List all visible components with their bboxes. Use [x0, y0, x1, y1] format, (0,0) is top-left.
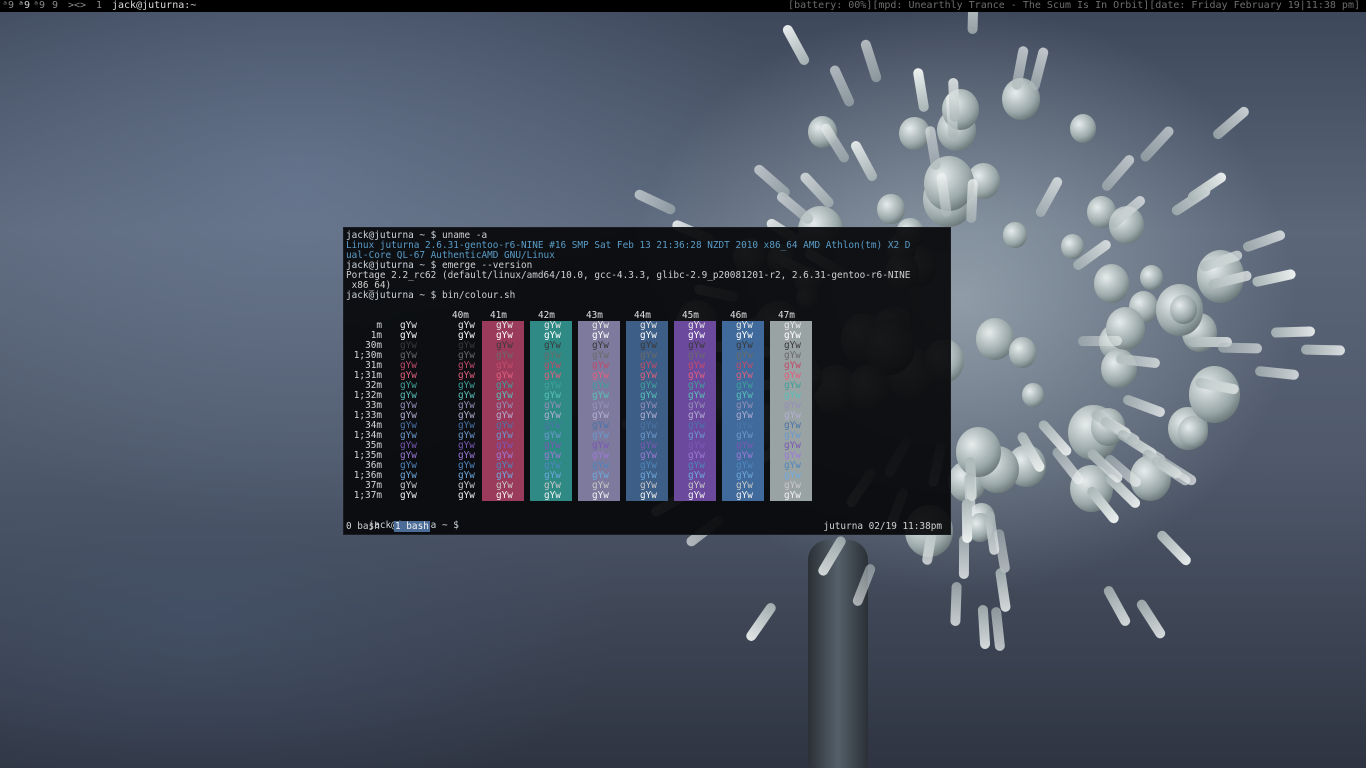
flower-petal: [859, 38, 883, 84]
sample-cell: gYw: [688, 490, 705, 501]
flower-petal: [1241, 229, 1287, 254]
flower-petal: [1102, 584, 1133, 628]
sample-cell: gYw: [736, 490, 753, 501]
flower-petal: [780, 23, 811, 68]
flower-petal: [1121, 393, 1167, 419]
terminal-window[interactable]: jack@juturna ~ $ uname -a Linux juturna 2…: [344, 228, 950, 534]
flower-petal: [1155, 528, 1194, 567]
flower-petal: [828, 63, 856, 108]
workspace-4[interactable]: 9: [52, 0, 58, 12]
flower-petal: [1134, 597, 1167, 641]
flower-bud: [1022, 382, 1045, 407]
sample-cell: gYw: [458, 490, 475, 501]
flower-petal: [849, 139, 879, 184]
tmux-window-tab-0[interactable]: 0 bash: [346, 521, 380, 532]
workspace-2[interactable]: ᵃ9: [18, 0, 30, 12]
flower-bud: [955, 426, 1002, 477]
sample-cell: gYw: [544, 490, 561, 501]
tmux-status-bar: 0 bash 1 bash juturna 02/19 11:38pm: [344, 521, 950, 532]
tmux-window-tab-1[interactable]: 1 bash: [394, 521, 430, 532]
flower-bud: [1093, 264, 1129, 304]
sample-cell: gYw: [496, 490, 513, 501]
sample-cell: gYw: [592, 490, 609, 501]
output-text: bin/colour.sh: [441, 290, 516, 301]
workspace-1[interactable]: ᵃ9: [2, 0, 14, 12]
sample-cell: gYw: [640, 490, 657, 501]
flower-bud: [1178, 416, 1208, 449]
flower-petal: [1251, 268, 1297, 288]
top-status-bar: ᵃ9 ᵃ9 ᵃ9 9 ><> 1 jack@juturna:~ [battery: 00%…: [0, 0, 1366, 12]
flower-petal: [1138, 123, 1176, 164]
output-text: Portage 2.2_rc62 (default/linux/amd64/10…: [346, 270, 911, 281]
tmux-host-datetime: juturna 02/19 11:38pm: [823, 521, 942, 532]
flower-petal: [797, 170, 836, 210]
flower-petal: [912, 67, 930, 113]
flower-petal: [1033, 175, 1064, 219]
flower-petal: [1186, 170, 1229, 204]
flower-petal: [1028, 46, 1050, 92]
flower-petal: [1100, 153, 1137, 194]
status-text: [battery: 00%][mpd: Unearthly Trance - T…: [788, 0, 1360, 11]
flower-petal: [1270, 326, 1315, 338]
flower-petal: [1300, 344, 1346, 356]
workspace-3[interactable]: ᵃ9: [33, 0, 45, 12]
active-window-title: jack@juturna:~: [112, 0, 197, 11]
flower-petal: [995, 567, 1012, 613]
sample-cell: gYw: [784, 490, 801, 501]
terminal-line: Portage 2.2_rc62 (default/linux/amd64/10…: [346, 271, 910, 281]
workspace-6[interactable]: 1: [96, 0, 102, 12]
flower-petal: [1211, 105, 1251, 142]
flower-petal: [632, 188, 677, 217]
flower-petal: [949, 581, 962, 626]
flower-petal: [743, 601, 778, 644]
flower-bud: [1170, 295, 1197, 325]
flower-bud: [1008, 337, 1037, 368]
flower-petal: [962, 498, 973, 544]
prompt-text: jack@juturna ~ $: [346, 290, 442, 301]
flower-petal: [1254, 366, 1300, 381]
flower-bud: [1003, 222, 1027, 248]
flower-petal: [965, 179, 978, 224]
sample-cell: gYw: [400, 490, 417, 501]
flower-stem: [808, 540, 868, 768]
row-label: 1;37m: [353, 490, 382, 501]
flower-bud: [1069, 114, 1097, 144]
flower-bud: [877, 194, 905, 225]
flower-petal: [948, 77, 961, 123]
flower-petal: [1078, 335, 1123, 347]
flower-petal: [977, 604, 991, 650]
flower-bud: [1188, 366, 1240, 423]
flower-petal: [990, 607, 1005, 652]
flower-petal: [751, 162, 792, 199]
terminal-line: jack@juturna ~ $ bin/colour.sh: [346, 291, 515, 301]
workspace-5[interactable]: ><>: [68, 0, 86, 12]
flower-petal: [1217, 342, 1263, 354]
flower-bud: [1140, 265, 1164, 291]
flower-bud: [1061, 233, 1085, 259]
